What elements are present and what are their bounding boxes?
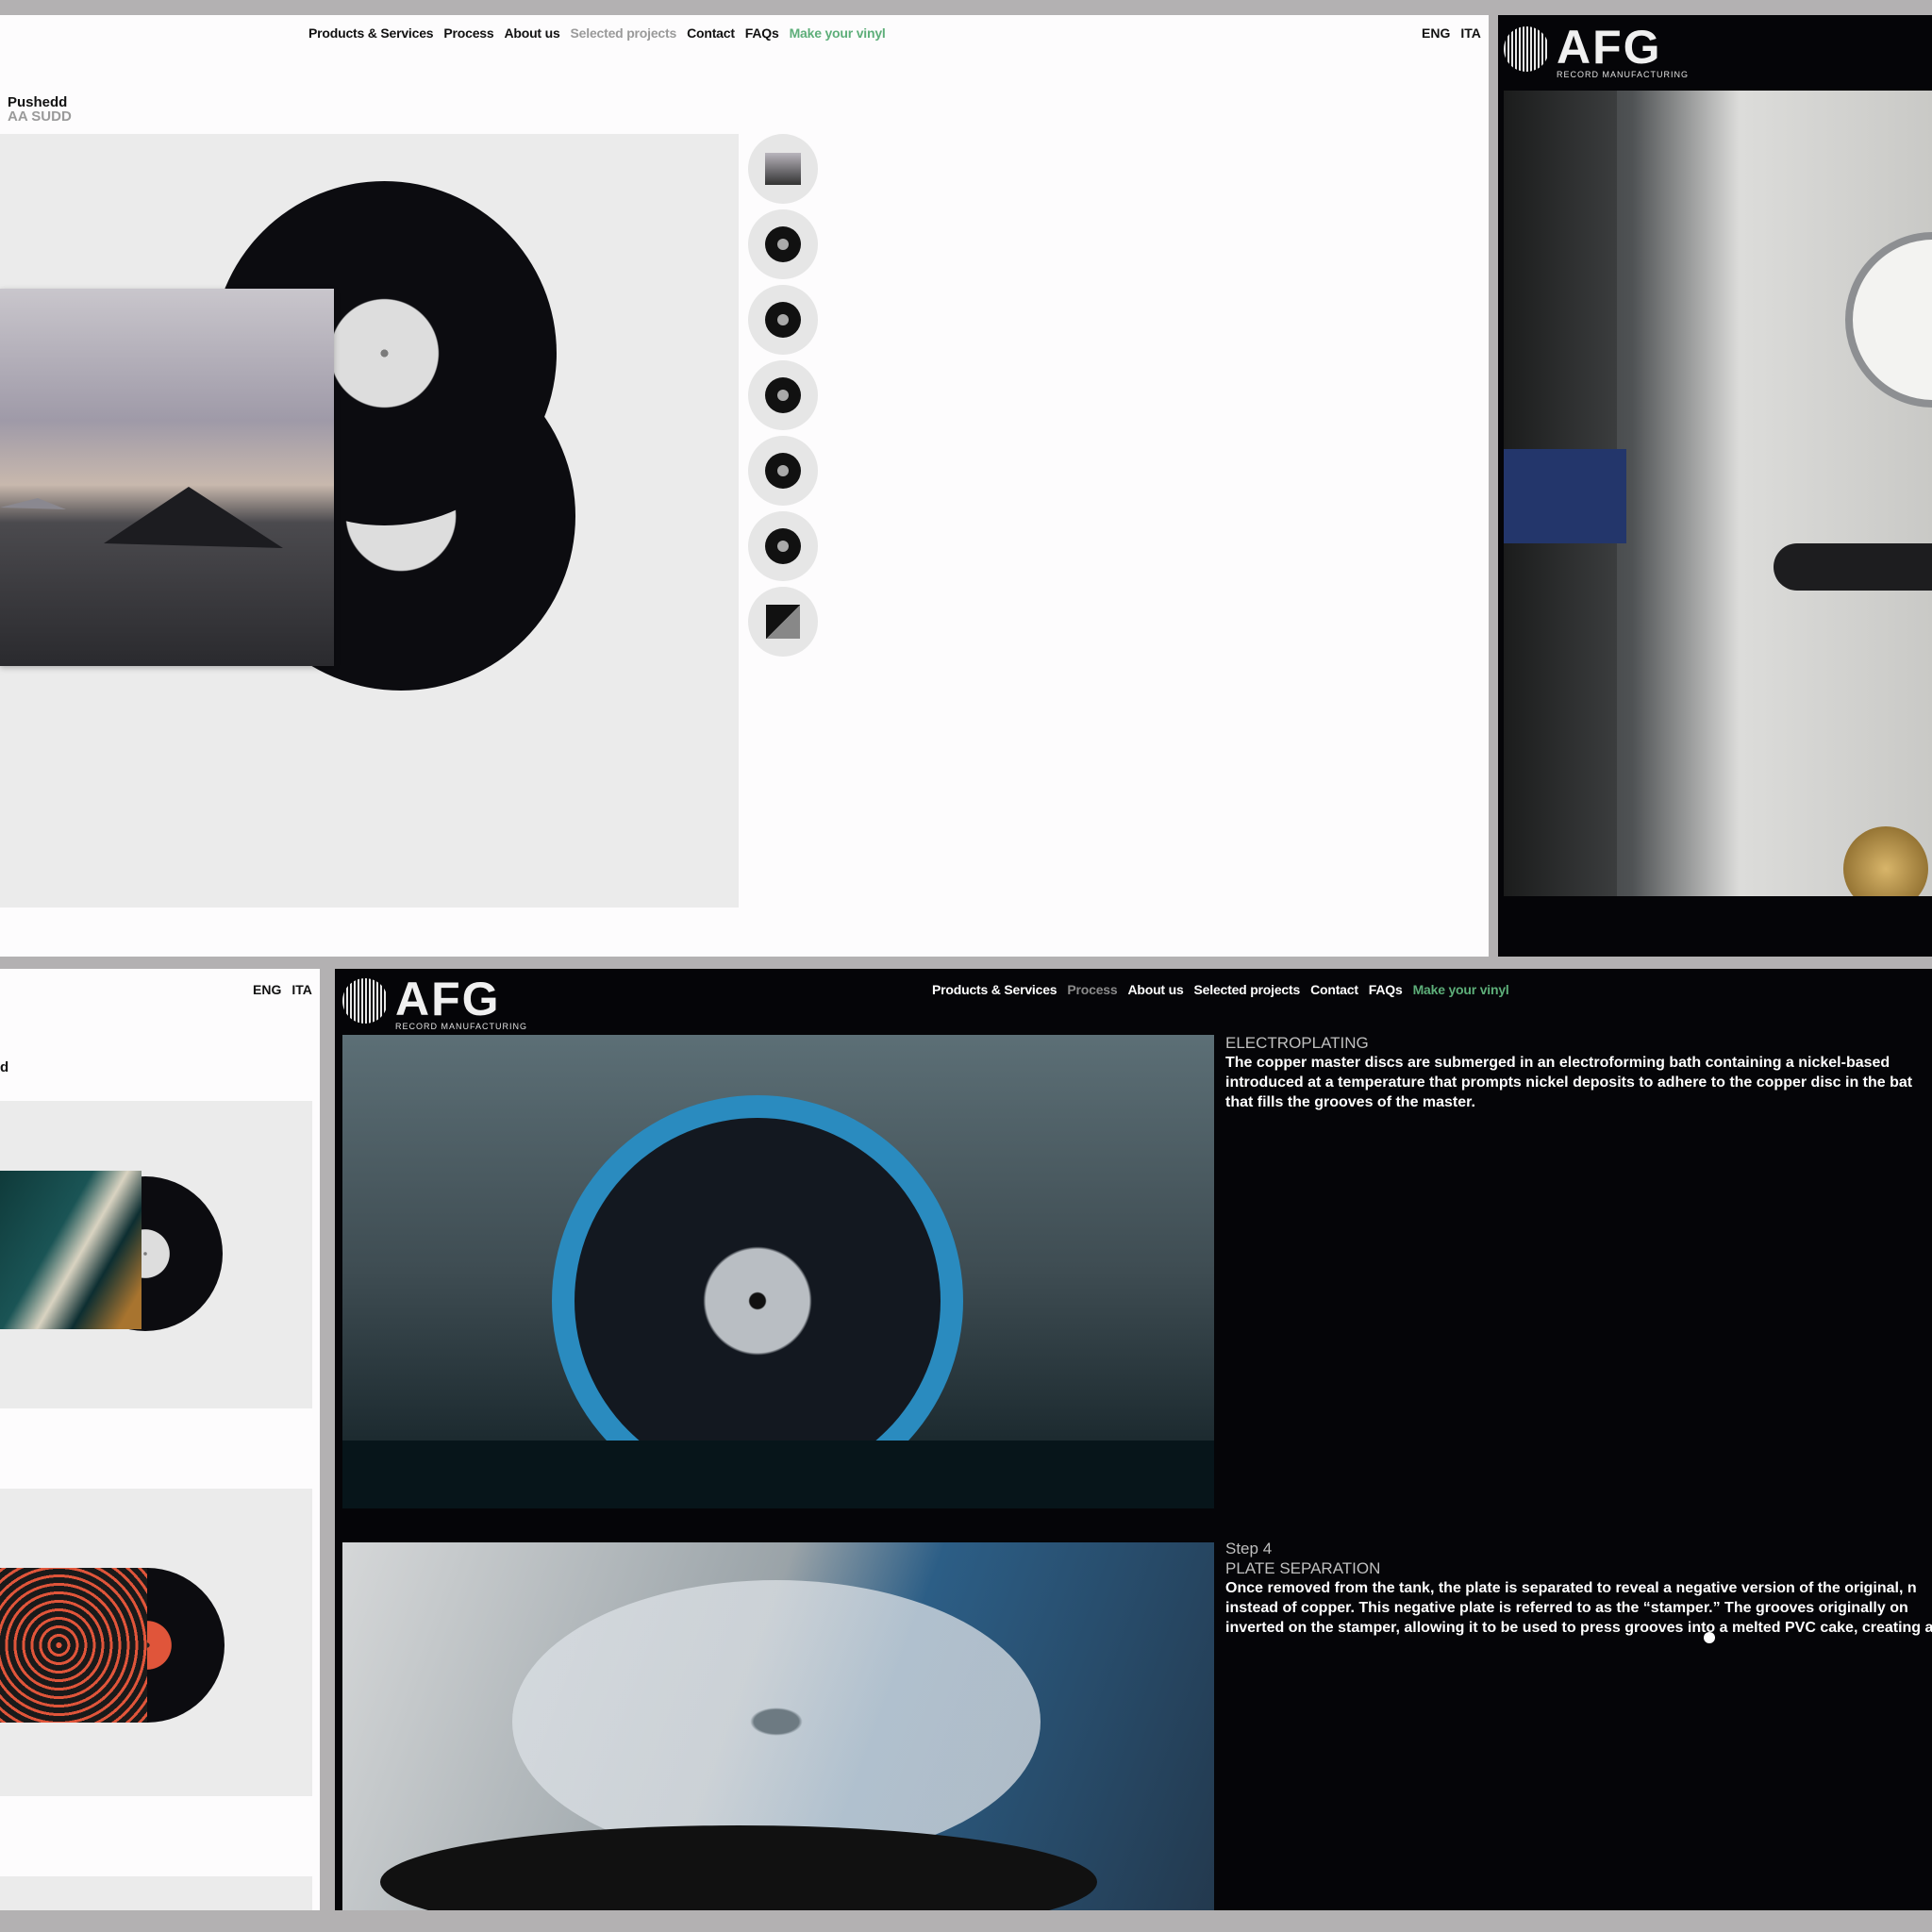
cursor-dot bbox=[1704, 1632, 1715, 1643]
clamp-blue bbox=[1504, 449, 1626, 543]
step4-text: Step 4 PLATE SEPARATION Once removed fro… bbox=[1225, 1539, 1932, 1638]
nav-products-2[interactable]: Products & Services bbox=[932, 982, 1058, 997]
process-page-window: AFG RECORD MANUFACTURING Products & Serv… bbox=[335, 969, 1932, 1910]
nav-about[interactable]: About us bbox=[504, 25, 559, 41]
thumb-combo[interactable] bbox=[748, 209, 818, 279]
thumb-disc-3[interactable] bbox=[748, 436, 818, 506]
step4-label: Step 4 bbox=[1225, 1540, 1273, 1557]
thumb-back-image bbox=[766, 605, 800, 639]
logo-mark-icon bbox=[1504, 26, 1549, 72]
project-detail-window: Products & Services Process About us Sel… bbox=[0, 15, 1489, 957]
logo-sub-2: RECORD MANUFACTURING bbox=[395, 1022, 528, 1031]
nav-projects[interactable]: Selected projects bbox=[571, 25, 677, 41]
thumb-disc-4[interactable] bbox=[748, 511, 818, 581]
lang-eng[interactable]: ENG bbox=[1422, 25, 1450, 41]
disc-in-bath bbox=[575, 1118, 941, 1484]
gauge bbox=[1845, 232, 1932, 408]
language-switch-2: ENG ITA bbox=[253, 982, 312, 997]
logo-mark-icon-2 bbox=[342, 978, 388, 1024]
nav-contact[interactable]: Contact bbox=[687, 25, 735, 41]
nav-process[interactable]: Process bbox=[443, 25, 493, 41]
lang-ita[interactable]: ITA bbox=[1460, 25, 1481, 41]
handle bbox=[1774, 543, 1932, 591]
nav-about-2[interactable]: About us bbox=[1127, 982, 1183, 997]
nav-contact-2[interactable]: Contact bbox=[1310, 982, 1358, 997]
product-image-stage bbox=[0, 134, 739, 908]
main-nav-2: Products & Services Process About us Sel… bbox=[932, 982, 1509, 997]
nav-make-vinyl[interactable]: Make your vinyl bbox=[790, 25, 886, 41]
pressure-gauge-video[interactable] bbox=[1504, 91, 1932, 896]
step3-body: The copper master discs are submerged in… bbox=[1225, 1055, 1913, 1110]
album-cover bbox=[0, 289, 334, 666]
step3-title: ELECTROPLATING bbox=[1225, 1034, 1369, 1052]
step4-title: PLATE SEPARATION bbox=[1225, 1559, 1381, 1577]
nav-process-2[interactable]: Process bbox=[1067, 982, 1117, 997]
mountain-illustration bbox=[0, 487, 283, 548]
truncated-label: d bbox=[0, 1059, 9, 1075]
main-nav: Products & Services Process About us Sel… bbox=[308, 25, 886, 41]
logo-word-2: AFG bbox=[395, 973, 501, 1025]
step4-body: Once removed from the tank, the plate is… bbox=[1225, 1580, 1932, 1636]
project-card-1[interactable] bbox=[0, 1101, 312, 1408]
bath-water bbox=[342, 1441, 1214, 1508]
plate-separation-video[interactable] bbox=[342, 1542, 1214, 1910]
project-list-window: ENG ITA d bbox=[0, 969, 320, 1910]
nav-faqs[interactable]: FAQs bbox=[745, 25, 779, 41]
nav-faqs-2[interactable]: FAQs bbox=[1369, 982, 1403, 997]
project-card-3[interactable] bbox=[0, 1876, 312, 1910]
thumb-back[interactable] bbox=[748, 587, 818, 657]
nav-make-vinyl-2[interactable]: Make your vinyl bbox=[1413, 982, 1509, 997]
card2-cover bbox=[0, 1568, 147, 1723]
thumb-cover[interactable] bbox=[748, 134, 818, 204]
language-switch: ENG ITA bbox=[1422, 25, 1481, 41]
thumb-disc-2[interactable] bbox=[748, 360, 818, 430]
valve-brass bbox=[1843, 826, 1928, 896]
process-video-window: AFG RECORD MANUFACTURING bbox=[1498, 15, 1932, 957]
nav-projects-2[interactable]: Selected projects bbox=[1194, 982, 1301, 997]
card1-cover bbox=[0, 1171, 142, 1329]
lang-eng-2[interactable]: ENG bbox=[253, 982, 281, 997]
logo-word: AFG bbox=[1557, 21, 1662, 74]
thumb-cover-image bbox=[765, 153, 801, 185]
logo-sub: RECORD MANUFACTURING bbox=[1557, 70, 1690, 79]
project-card-2[interactable] bbox=[0, 1489, 312, 1796]
step3-text: ELECTROPLATING The copper master discs a… bbox=[1225, 1033, 1932, 1112]
stamper-plate bbox=[512, 1580, 1041, 1863]
project-title: AA SUDD bbox=[8, 108, 72, 125]
electroplating-video[interactable] bbox=[342, 1035, 1214, 1508]
afg-logo-2[interactable]: AFG RECORD MANUFACTURING bbox=[342, 973, 528, 1031]
thumb-disc-1[interactable] bbox=[748, 285, 818, 355]
lang-ita-2[interactable]: ITA bbox=[291, 982, 312, 997]
nav-products[interactable]: Products & Services bbox=[308, 25, 434, 41]
afg-logo[interactable]: AFG RECORD MANUFACTURING bbox=[1504, 21, 1690, 79]
press-base bbox=[380, 1825, 1097, 1910]
